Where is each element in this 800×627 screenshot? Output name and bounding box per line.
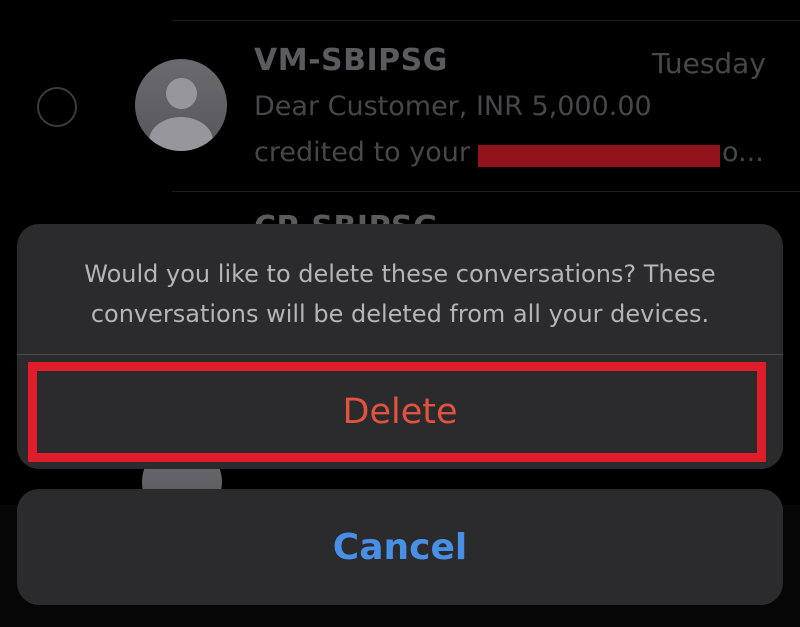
action-sheet-message-line1: Would you like to delete these conversat… xyxy=(84,260,716,288)
messages-screen: VM-SBIPSG Tuesday Dear Customer, INR 5,0… xyxy=(0,0,800,627)
cancel-button[interactable]: Cancel xyxy=(17,489,783,605)
action-sheet-message: Would you like to delete these conversat… xyxy=(17,254,783,334)
delete-button[interactable]: Delete xyxy=(17,355,783,469)
action-sheet-message-line2: conversations will be deleted from all y… xyxy=(90,300,710,328)
action-sheet: Would you like to delete these conversat… xyxy=(17,224,783,469)
